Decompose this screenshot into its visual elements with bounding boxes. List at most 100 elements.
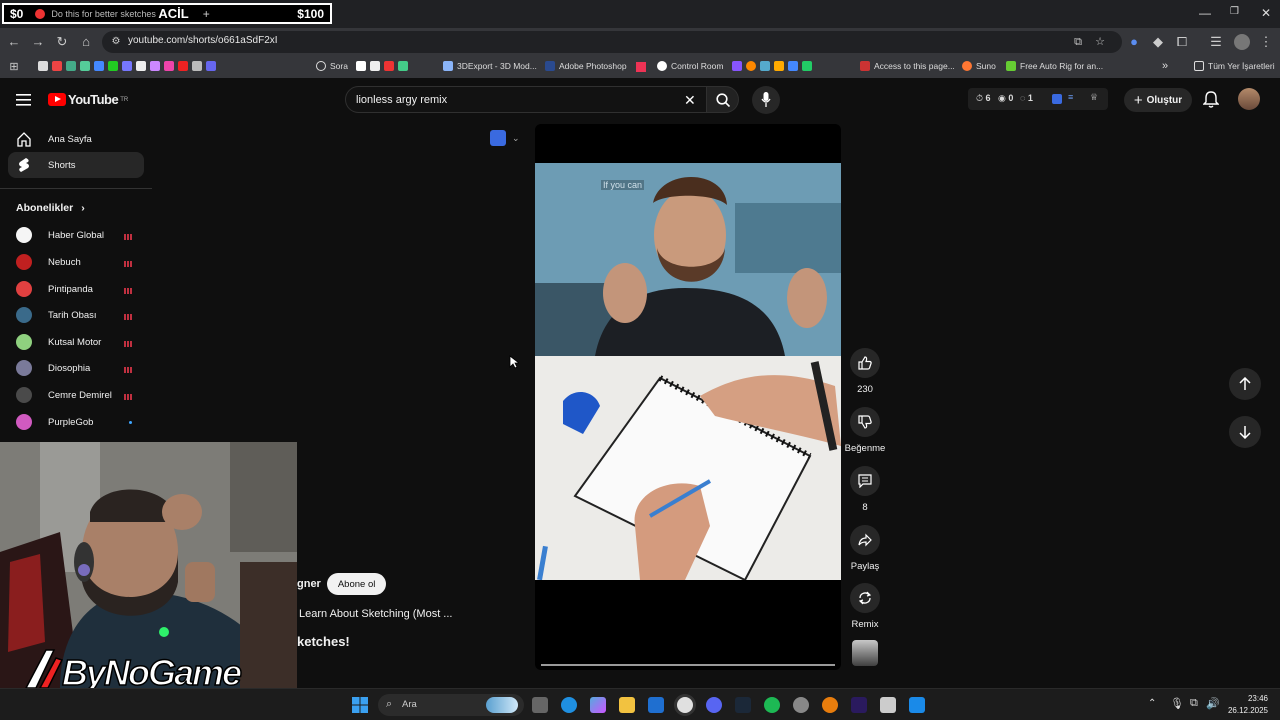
bookmarks-overflow-icon[interactable]: » bbox=[1162, 60, 1168, 72]
microphone-tray-icon[interactable]: 🎙 bbox=[1170, 697, 1184, 710]
channel-thumbnail[interactable] bbox=[852, 640, 878, 666]
taskbar-search[interactable]: ⌕ Ara bbox=[378, 694, 524, 716]
extensions-puzzle-icon[interactable]: ⧠ bbox=[1174, 34, 1190, 50]
bookmark-access[interactable]: Access to this page... bbox=[860, 61, 955, 71]
sidebar-item-shorts[interactable]: Shorts bbox=[8, 152, 144, 178]
youtube-logo[interactable]: YouTube TR bbox=[48, 92, 128, 107]
task-view-icon[interactable] bbox=[532, 697, 548, 713]
forward-icon[interactable]: → bbox=[30, 34, 46, 50]
browser-tab-title[interactable]: Do this for better sketches! bbox=[51, 9, 156, 19]
bookmark-icon-bf[interactable] bbox=[636, 62, 646, 72]
reading-list-icon[interactable]: ☰ bbox=[1208, 34, 1224, 50]
extension-quality-button[interactable]: ⌄ bbox=[490, 129, 530, 147]
steam-icon[interactable] bbox=[735, 697, 751, 713]
user-avatar[interactable] bbox=[1238, 88, 1260, 110]
minimize-icon[interactable]: — bbox=[1199, 6, 1211, 20]
site-info-icon[interactable]: ⚙ bbox=[108, 34, 124, 50]
arrow-up-icon bbox=[1239, 377, 1251, 390]
create-button[interactable]: + Oluştur bbox=[1124, 88, 1192, 112]
apps-grid-icon[interactable]: ⊞ bbox=[6, 59, 22, 75]
subscription-item[interactable]: Tarih Obası bbox=[16, 305, 142, 325]
subscription-item[interactable]: Nebuch bbox=[16, 252, 142, 272]
voice-search-button[interactable] bbox=[752, 86, 780, 114]
previous-short-button[interactable] bbox=[1229, 368, 1261, 400]
tray-overflow-icon[interactable]: ⌃ bbox=[1148, 698, 1156, 709]
outlook-icon[interactable] bbox=[648, 697, 664, 713]
app-icon[interactable] bbox=[793, 697, 809, 713]
file-explorer-icon[interactable] bbox=[619, 697, 635, 713]
app-blue-icon[interactable] bbox=[909, 697, 925, 713]
windows-start-icon[interactable] bbox=[352, 697, 368, 713]
bookmark-auto-rig[interactable]: Free Auto Rig for an... bbox=[1006, 61, 1103, 71]
share-button[interactable]: Paylaş bbox=[846, 525, 884, 572]
back-icon[interactable]: ← bbox=[6, 34, 22, 50]
bookmark-3dexport[interactable]: 3DExport - 3D Mod... bbox=[443, 61, 537, 71]
extension-diamond-icon[interactable]: ◆ bbox=[1150, 34, 1166, 50]
system-clock[interactable]: 23:46 26.12.2025 bbox=[1222, 693, 1268, 717]
url-field[interactable]: ⚙ youtube.com/shorts/o661aSdF2xI ⧉ ☆ bbox=[102, 31, 1122, 53]
browser-menu-icon[interactable]: ⋮ bbox=[1258, 34, 1274, 50]
channel-name[interactable]: gner bbox=[297, 578, 321, 590]
trophy-icon[interactable]: ♕ bbox=[1090, 92, 1098, 103]
blender-icon[interactable] bbox=[822, 697, 838, 713]
discord-icon[interactable] bbox=[706, 697, 722, 713]
bookmark-icons-group-2[interactable] bbox=[356, 61, 412, 71]
bookmark-icons-group[interactable] bbox=[38, 61, 220, 71]
sidebar-item-home[interactable]: Ana Sayfa bbox=[8, 126, 144, 152]
bookmark-icons-group-3[interactable] bbox=[732, 61, 816, 71]
url-text: youtube.com/shorts/o661aSdF2xI bbox=[128, 35, 278, 46]
search-button[interactable] bbox=[707, 86, 739, 113]
bookmark-star-icon[interactable]: ☆ bbox=[1092, 34, 1108, 50]
snipping-icon[interactable] bbox=[880, 697, 896, 713]
reload-icon[interactable]: ↻ bbox=[54, 34, 70, 50]
subscription-item[interactable]: Cemre Demirel bbox=[16, 385, 142, 405]
clear-search-icon[interactable]: ✕ bbox=[684, 92, 696, 109]
home-icon[interactable]: ⌂ bbox=[78, 34, 94, 50]
bookmark-control-room[interactable]: Control Room bbox=[657, 61, 723, 71]
remix-button[interactable]: Remix bbox=[846, 583, 884, 630]
hamburger-menu-icon[interactable] bbox=[16, 93, 32, 107]
subscriptions-heading[interactable]: Abonelikler › bbox=[16, 202, 85, 214]
restore-icon[interactable]: ❐ bbox=[1230, 6, 1239, 17]
search-icon: ⌕ bbox=[386, 698, 393, 710]
search-highlight-icon bbox=[486, 697, 518, 713]
network-icon[interactable]: ⧉ bbox=[1190, 697, 1198, 710]
comments-button[interactable]: 8 bbox=[846, 466, 884, 513]
spotify-icon[interactable] bbox=[764, 697, 780, 713]
profile-avatar-icon[interactable] bbox=[1234, 34, 1250, 50]
extension-icon[interactable]: ● bbox=[1126, 34, 1142, 50]
like-count: 230 bbox=[857, 384, 873, 395]
extension-icon-blue[interactable] bbox=[1052, 94, 1062, 104]
copilot-icon[interactable] bbox=[590, 697, 606, 713]
browser-tab-bar: $0 Do this for better sketches! ACİL + $… bbox=[0, 0, 1280, 28]
subscribe-button[interactable]: Abone ol bbox=[326, 573, 387, 595]
chevron-down-icon: ⌄ bbox=[512, 132, 520, 143]
subscription-item[interactable]: Pintipanda bbox=[16, 279, 142, 299]
bookmark-suno[interactable]: Suno bbox=[962, 61, 996, 71]
short-title[interactable]: Learn About Sketching (Most ... bbox=[299, 608, 452, 620]
close-window-icon[interactable]: ✕ bbox=[1261, 6, 1271, 20]
bookmark-photoshop[interactable]: Adobe Photoshop bbox=[545, 61, 627, 71]
chrome-icon[interactable] bbox=[677, 697, 693, 713]
search-input[interactable]: lionless argy remix ✕ bbox=[345, 86, 707, 113]
premiere-icon[interactable] bbox=[851, 697, 867, 713]
bookmark-sora[interactable]: Sora bbox=[316, 61, 348, 71]
extension-counters[interactable]: ⏱ 6 ◉ 0 ◌ 1 ≡ ♕ bbox=[968, 88, 1108, 110]
subscription-item[interactable]: Haber Global bbox=[16, 225, 142, 245]
like-button[interactable]: 230 bbox=[846, 348, 884, 395]
notifications-bell-icon[interactable] bbox=[1203, 91, 1219, 109]
cast-icon[interactable]: ⧉ bbox=[1070, 34, 1086, 50]
volume-icon[interactable]: 🔊 bbox=[1206, 697, 1220, 710]
extension-list-icon[interactable]: ≡ bbox=[1068, 92, 1073, 102]
shorts-video-player[interactable]: If you can bbox=[535, 124, 841, 670]
subscription-item[interactable]: Diosophia bbox=[16, 358, 142, 378]
next-short-button[interactable] bbox=[1229, 416, 1261, 448]
dislike-button[interactable]: Beğenme bbox=[843, 407, 887, 454]
all-bookmarks-folder[interactable]: Tüm Yer İşaretleri bbox=[1194, 61, 1275, 71]
live-indicator-icon bbox=[124, 312, 134, 320]
subscription-item[interactable]: Kutsal Motor bbox=[16, 332, 142, 352]
edge-icon[interactable] bbox=[561, 697, 577, 713]
new-tab-button[interactable]: + bbox=[203, 7, 210, 21]
video-progress-bar[interactable] bbox=[541, 664, 835, 666]
subscription-item[interactable]: PurpleGob bbox=[16, 412, 142, 432]
